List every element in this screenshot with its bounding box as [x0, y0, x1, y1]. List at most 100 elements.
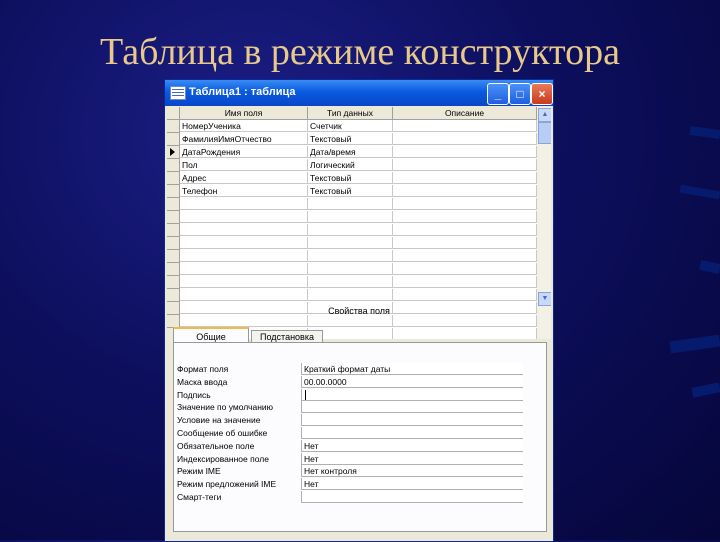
field-properties-label: Свойства поля [328, 306, 390, 316]
minimize-button[interactable]: _ [487, 83, 509, 105]
row-selector[interactable] [167, 198, 180, 211]
close-button[interactable]: × [531, 83, 553, 105]
data-type-cell[interactable]: Дата/время [308, 146, 393, 158]
row-selector[interactable] [167, 120, 180, 133]
property-label: Смарт-теги [177, 492, 222, 502]
decor-bar [691, 382, 720, 398]
window-titlebar[interactable]: Таблица1 : таблица _ □ × [165, 80, 553, 106]
description-cell[interactable] [393, 146, 537, 158]
header-description: Описание [393, 107, 537, 120]
property-value-input[interactable]: Нет [301, 478, 523, 491]
description-cell[interactable] [393, 289, 537, 301]
property-label: Условие на значение [177, 415, 261, 426]
field-name-cell[interactable]: НомерУченика [180, 120, 308, 132]
description-cell[interactable] [393, 133, 537, 145]
field-name-cell[interactable]: ДатаРождения [180, 146, 308, 158]
data-type-cell[interactable] [308, 198, 393, 210]
field-name-cell[interactable] [180, 289, 308, 301]
property-label: Обязательное поле [177, 440, 255, 451]
table-icon [170, 86, 186, 100]
property-value-input[interactable] [301, 414, 523, 427]
window-title: Таблица1 : таблица [189, 86, 296, 98]
property-value-input[interactable] [301, 427, 523, 439]
property-value-input[interactable]: Нет контроля [301, 465, 523, 478]
row-selector[interactable] [167, 211, 180, 224]
property-label: Режим IME [177, 466, 221, 477]
row-selector[interactable] [167, 237, 180, 250]
field-name-cell[interactable]: Адрес [180, 172, 308, 184]
current-row-arrow-icon [170, 148, 175, 156]
field-name-cell[interactable] [180, 250, 308, 262]
row-selector[interactable] [167, 276, 180, 289]
field-name-cell[interactable] [180, 224, 308, 236]
property-label: Формат поля [177, 364, 229, 374]
property-value-input[interactable] [301, 401, 523, 414]
field-name-cell[interactable]: ФамилияИмяОтчество [180, 133, 308, 145]
row-selector[interactable] [167, 133, 180, 146]
row-selector[interactable] [167, 172, 180, 185]
scroll-thumb[interactable] [538, 122, 551, 144]
description-cell[interactable] [393, 120, 537, 132]
description-cell[interactable] [393, 211, 537, 223]
property-label: Подпись [177, 389, 211, 400]
property-value-input[interactable]: Нет [301, 452, 523, 465]
property-value-input[interactable] [301, 491, 523, 503]
description-cell[interactable] [393, 250, 537, 262]
row-selector[interactable] [167, 250, 180, 263]
field-name-cell[interactable] [180, 276, 308, 288]
field-name-cell[interactable] [180, 263, 308, 275]
header-data-type: Тип данных [308, 107, 393, 120]
description-cell[interactable] [393, 159, 537, 171]
data-type-cell[interactable] [308, 289, 393, 301]
property-value-input[interactable] [301, 388, 523, 401]
property-label: Режим предложений IME [177, 479, 277, 490]
description-cell[interactable] [393, 198, 537, 210]
data-type-cell[interactable]: Логический [308, 159, 393, 171]
property-label: Сообщение об ошибке [177, 428, 268, 438]
data-type-cell[interactable] [308, 250, 393, 262]
field-name-cell[interactable] [180, 211, 308, 223]
maximize-button[interactable]: □ [509, 83, 531, 105]
property-value-input[interactable]: Краткий формат даты [301, 363, 523, 375]
data-type-cell[interactable] [308, 237, 393, 249]
field-name-cell[interactable]: Пол [180, 159, 308, 171]
row-selector[interactable] [167, 185, 180, 198]
property-label: Индексированное поле [177, 453, 269, 464]
tab-general[interactable]: Общие [173, 327, 249, 343]
data-type-cell[interactable] [308, 263, 393, 275]
field-name-cell[interactable] [180, 315, 308, 327]
text-caret [305, 390, 306, 400]
description-cell[interactable] [393, 315, 537, 327]
data-type-cell[interactable] [308, 211, 393, 223]
data-type-cell[interactable] [308, 315, 393, 327]
scroll-down-icon[interactable]: ▼ [538, 292, 551, 306]
field-name-cell[interactable]: Телефон [180, 185, 308, 197]
description-cell[interactable] [393, 237, 537, 249]
description-cell[interactable] [393, 172, 537, 184]
data-type-cell[interactable]: Текстовый [308, 185, 393, 197]
decor-bar [699, 260, 720, 274]
data-type-cell[interactable]: Текстовый [308, 133, 393, 145]
description-cell[interactable] [393, 185, 537, 197]
scroll-up-icon[interactable]: ▲ [538, 108, 551, 122]
grid-scrollbar[interactable]: ▲ ▼ [537, 107, 551, 339]
data-type-cell[interactable] [308, 224, 393, 236]
decor-bar [669, 334, 720, 354]
data-type-cell[interactable]: Счетчик [308, 120, 393, 132]
row-selector[interactable] [167, 263, 180, 276]
property-value-input[interactable]: 00.00.0000 [301, 375, 523, 388]
row-selector[interactable] [167, 159, 180, 172]
decor-bar [689, 125, 720, 140]
row-selector[interactable] [167, 224, 180, 237]
field-name-cell[interactable] [180, 198, 308, 210]
description-cell[interactable] [393, 263, 537, 275]
field-name-cell[interactable] [180, 237, 308, 249]
property-value-input[interactable]: Нет [301, 439, 523, 452]
data-type-cell[interactable]: Текстовый [308, 172, 393, 184]
row-selector[interactable] [167, 146, 180, 159]
description-cell[interactable] [393, 328, 537, 339]
data-type-cell[interactable] [308, 276, 393, 288]
description-cell[interactable] [393, 276, 537, 288]
row-selector[interactable] [167, 289, 180, 302]
description-cell[interactable] [393, 224, 537, 236]
